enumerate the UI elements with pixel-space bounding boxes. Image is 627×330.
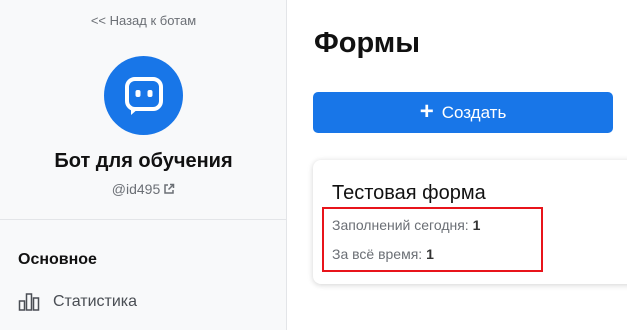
sidebar-item-statistics[interactable]: Статистика <box>18 292 137 312</box>
bot-name: Бот для обучения <box>54 150 233 172</box>
stat-all-time: За всё время: 1 <box>332 246 434 262</box>
page-title: Формы <box>314 27 421 59</box>
stat-all-time-value: 1 <box>426 246 434 262</box>
external-link-icon <box>164 183 175 194</box>
stat-all-time-label: За всё время: <box>332 246 423 262</box>
form-title: Тестовая форма <box>332 182 486 204</box>
bot-avatar <box>104 56 183 135</box>
bot-icon <box>124 76 163 115</box>
sidebar-item-label: Статистика <box>53 293 138 310</box>
bar-chart-icon <box>18 293 40 311</box>
bot-id-link[interactable]: @id495 <box>0 181 287 197</box>
create-button-label: Создать <box>441 102 507 122</box>
main-content: Формы + Создать Тестовая форма Заполнени… <box>288 0 627 330</box>
sidebar-divider <box>0 219 287 220</box>
stat-today-label: Заполнений сегодня: <box>332 217 469 233</box>
bot-id: @id495 <box>111 181 161 197</box>
back-to-bots-link[interactable]: << Назад к ботам <box>0 13 287 28</box>
sidebar-section-title: Основное <box>18 251 97 268</box>
plus-icon: + <box>419 97 434 125</box>
form-card[interactable]: Тестовая форма Заполнений сегодня: 1 За … <box>313 160 627 284</box>
stat-today: Заполнений сегодня: 1 <box>332 217 480 233</box>
sidebar: << Назад к ботам Бот для обучения @id495… <box>0 0 287 330</box>
create-form-button[interactable]: + Создать <box>313 92 613 133</box>
stat-today-value: 1 <box>472 217 481 233</box>
